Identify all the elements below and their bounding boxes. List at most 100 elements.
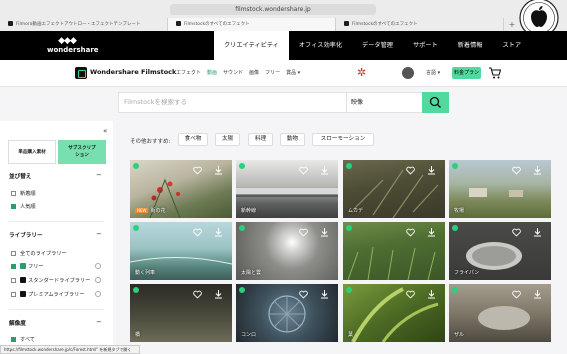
search-input[interactable]: Filmstockを検索する: [119, 93, 345, 112]
filmstock-header: Wondershare Filmstock エフェクト 動画 サウンド 画像 フ…: [0, 60, 567, 87]
checkbox-checked-icon: [11, 204, 16, 209]
cart-icon[interactable]: [488, 67, 501, 79]
favorite-heart-icon[interactable]: [406, 290, 415, 299]
video-card[interactable]: フライパン: [449, 222, 551, 280]
library-free[interactable]: フリー: [11, 263, 44, 270]
download-icon[interactable]: [214, 165, 223, 175]
download-icon[interactable]: [533, 165, 542, 175]
sort-title: 並び替え: [9, 174, 32, 180]
nav-effects[interactable]: エフェクト: [176, 69, 201, 76]
favicon-icon: [344, 21, 349, 26]
download-icon[interactable]: [214, 227, 223, 237]
download-icon[interactable]: [320, 289, 329, 299]
holiday-sleigh-icon[interactable]: ✲: [357, 66, 373, 80]
library-all[interactable]: 全てのライブラリー: [11, 250, 67, 257]
video-title: 葉: [348, 332, 354, 338]
ws-nav-support[interactable]: サポート: [403, 31, 448, 60]
download-icon[interactable]: [427, 289, 436, 299]
video-card[interactable]: 動く列車: [130, 222, 232, 280]
sort-newest[interactable]: 新着順: [11, 190, 36, 197]
favorite-heart-icon[interactable]: [299, 228, 308, 237]
video-card[interactable]: NEW 街の花: [130, 160, 232, 218]
ws-nav-office[interactable]: オフィス効率化: [289, 31, 352, 60]
ws-nav-store[interactable]: ストア: [492, 31, 531, 60]
library-standard[interactable]: スタンダードライブラリー: [11, 277, 90, 284]
favorite-heart-icon[interactable]: [512, 228, 521, 237]
download-icon[interactable]: [214, 289, 223, 299]
avatar[interactable]: [402, 67, 414, 79]
filmstock-logo-icon[interactable]: [75, 67, 87, 79]
favorite-heart-icon[interactable]: [512, 290, 521, 299]
collapse-library-icon[interactable]: −: [96, 230, 102, 238]
ws-nav-creativity[interactable]: クリエイティビティ: [214, 31, 289, 60]
ws-nav-data[interactable]: データ管理: [352, 31, 403, 60]
download-icon[interactable]: [427, 227, 436, 237]
download-icon[interactable]: [320, 227, 329, 237]
resolution-all[interactable]: すべて: [11, 336, 35, 343]
free-badge-icon: [452, 163, 458, 169]
video-card[interactable]: 太陽と雲: [236, 222, 338, 280]
collapse-sort-icon[interactable]: −: [96, 171, 102, 179]
nav-sound[interactable]: サウンド: [223, 69, 243, 76]
free-badge-icon: [452, 287, 458, 293]
nav-video[interactable]: 動画: [207, 69, 217, 76]
favorite-heart-icon[interactable]: [512, 166, 521, 175]
video-title: フライパン: [454, 270, 480, 276]
favicon-icon: [8, 21, 13, 26]
info-icon[interactable]: [95, 263, 101, 269]
nav-free[interactable]: フリー: [265, 69, 280, 76]
video-card[interactable]: ザル: [449, 284, 551, 342]
library-premium[interactable]: プレミアムライブラリー: [11, 291, 84, 298]
download-icon[interactable]: [533, 227, 542, 237]
library-title: ライブラリー: [9, 233, 43, 239]
chip-cooking[interactable]: 料理: [248, 133, 273, 146]
checkbox-checked-icon: [11, 337, 16, 342]
favorite-heart-icon[interactable]: [406, 166, 415, 175]
favorite-heart-icon[interactable]: [193, 166, 202, 175]
favorite-heart-icon[interactable]: [193, 290, 202, 299]
download-icon[interactable]: [533, 289, 542, 299]
tab-subscription[interactable]: サブスクリプ ション: [58, 140, 106, 164]
ws-nav-news[interactable]: 新着情報: [448, 31, 493, 60]
search-category-select[interactable]: 映像: [346, 93, 421, 112]
video-card[interactable]: ムカデ: [343, 160, 445, 218]
video-card[interactable]: 橋: [130, 284, 232, 342]
nav-image[interactable]: 画像: [249, 69, 259, 76]
browser-tab[interactable]: Filmora動画エフェクトアウトロー・エフェクトテンプレート: [0, 18, 168, 31]
collapse-sidebar-icon[interactable]: «: [103, 127, 107, 135]
sort-popular[interactable]: 人気順: [11, 203, 36, 210]
favorite-heart-icon[interactable]: [299, 166, 308, 175]
download-icon[interactable]: [320, 165, 329, 175]
browser-tab[interactable]: Filmstockのすべてのエフェクト: [168, 18, 336, 31]
video-card[interactable]: 牧場: [449, 160, 551, 218]
divider: [9, 221, 104, 222]
wondershare-logo[interactable]: ◆◆◆ wondershare: [47, 36, 99, 54]
favorite-heart-icon[interactable]: [193, 228, 202, 237]
search-button[interactable]: [422, 92, 449, 113]
tab-single-purchase[interactable]: 単品購入素材: [8, 140, 56, 164]
chip-animals[interactable]: 動物: [280, 133, 305, 146]
favorite-heart-icon[interactable]: [406, 228, 415, 237]
free-icon: [20, 263, 26, 269]
info-icon[interactable]: [95, 291, 101, 297]
info-icon[interactable]: [95, 277, 101, 283]
filmstock-brand[interactable]: Wondershare Filmstock: [90, 68, 176, 76]
video-card[interactable]: 葉: [343, 284, 445, 342]
chip-food[interactable]: 食べ物: [178, 133, 208, 146]
video-card[interactable]: [343, 222, 445, 280]
chip-slow-motion[interactable]: スローモーション: [312, 133, 374, 146]
checkbox-checked-icon: [11, 264, 16, 269]
video-card[interactable]: コンロ: [236, 284, 338, 342]
pricing-plan-button[interactable]: 料金プラン: [452, 67, 481, 79]
browser-tab[interactable]: Filmstockのすべてのエフェクト: [336, 18, 504, 31]
favorite-heart-icon[interactable]: [299, 290, 308, 299]
collapse-resolution-icon[interactable]: −: [96, 318, 102, 326]
address-bar[interactable]: filmstock.wondershare.jp: [170, 4, 376, 15]
language-select[interactable]: 言語 ▾: [426, 69, 440, 76]
nav-prizes[interactable]: 賞品 ▾: [286, 69, 300, 76]
free-badge-icon: [133, 225, 139, 231]
video-title: 新幹線: [241, 208, 257, 214]
chip-sun[interactable]: 太陽: [215, 133, 240, 146]
video-card[interactable]: 新幹線: [236, 160, 338, 218]
download-icon[interactable]: [427, 165, 436, 175]
